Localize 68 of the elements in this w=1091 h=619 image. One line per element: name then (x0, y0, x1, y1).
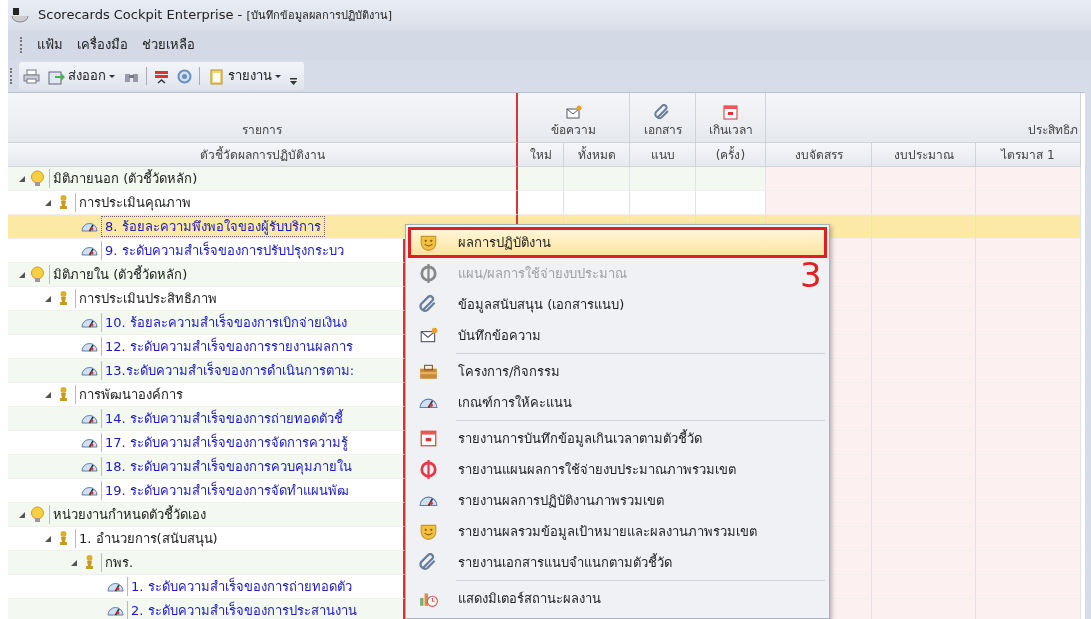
column-header: ข้อความ (518, 93, 630, 143)
column-header: เอกสาร (630, 93, 696, 143)
smiley-icon (419, 522, 438, 541)
column-header: ไตรมาส 1 (976, 143, 1081, 167)
mail-icon (419, 326, 438, 345)
table-cell (696, 167, 766, 191)
toolbar-grip (10, 68, 13, 84)
paperclip-icon (654, 104, 671, 121)
calendar-icon (722, 104, 739, 121)
print-icon[interactable] (23, 67, 40, 85)
overflow-icon[interactable] (289, 75, 298, 85)
baht-icon (419, 264, 438, 283)
expander-icon[interactable] (70, 558, 78, 567)
report-button[interactable]: รายงาน (206, 66, 283, 86)
lightbulb-icon (29, 266, 46, 283)
column-header: รายการ (8, 93, 518, 143)
export-button[interactable]: ส่งออก (46, 66, 117, 86)
tree-item[interactable]: กพร. (101, 552, 137, 573)
menu-item[interactable]: เครื่องมือ (77, 35, 128, 55)
expander-icon[interactable] (18, 510, 26, 519)
table-cell (630, 167, 696, 191)
column-header: เกินเวลา (696, 93, 766, 143)
expander-icon[interactable] (44, 534, 52, 543)
column-header: ประสิทธิภ (766, 93, 1081, 143)
column-header: (ครั้ง) (696, 143, 766, 167)
calendar-icon (419, 429, 438, 448)
toolbar-grip (20, 37, 23, 53)
expander-icon[interactable] (18, 270, 26, 279)
tree-item[interactable]: การประเมินคุณภาพ (75, 192, 194, 213)
menu-item[interactable]: ช่วยเหลือ (142, 35, 195, 55)
tree-item[interactable]: การประเมินประสิทธิภาพ (75, 288, 220, 309)
tree-item[interactable]: 8. ร้อยละความพึงพอใจของผู้รับบริการ (101, 215, 325, 238)
tree-item[interactable]: การพัฒนาองค์การ (75, 384, 186, 405)
expander-icon[interactable] (44, 198, 52, 207)
paperclip-icon (419, 295, 438, 314)
tree-item[interactable]: 9. ระดับความสำเร็จของการปรับปรุงกระบว (101, 240, 347, 261)
lightbulb-icon (29, 506, 46, 523)
expander-icon[interactable] (44, 390, 52, 399)
baht-icon (419, 460, 438, 479)
tree-item[interactable]: 1. อำนวยการ(สนับสนุน) (75, 528, 221, 549)
tree-item[interactable]: 17. ระดับความสำเร็จของการจัดการความรู้ (101, 432, 351, 453)
column-header: งบจัดสรร (766, 143, 872, 167)
tree-item[interactable]: 1. ระดับความสำเร็จของการถ่ายทอดตัว (127, 576, 355, 597)
refresh-icon[interactable] (176, 67, 193, 85)
expander-icon[interactable] (44, 294, 52, 303)
smiley-icon (419, 233, 438, 252)
table-cell (696, 191, 766, 215)
column-header: ทั้งหมด (564, 143, 630, 167)
app-logo-icon (10, 6, 30, 24)
column-header: ใหม่ (518, 143, 564, 167)
lightbulb-icon (29, 170, 46, 187)
window-title: Scorecards Cockpit Enterprise - [บันทึกข้อมูลผลการปฏิบัติงาน] (38, 6, 393, 25)
column-header: งบประมาณ (872, 143, 976, 167)
table-cell (564, 191, 630, 215)
table-cell (630, 191, 696, 215)
menu-item[interactable]: แฟ้ม (37, 35, 63, 55)
column-header: แนบ (630, 143, 696, 167)
tree-item[interactable]: 12. ระดับความสำเร็จของการรายงานผลการ (101, 336, 356, 357)
menu-item[interactable]: ผลการปฏิบัติงาน (408, 227, 827, 258)
table-cell (564, 167, 630, 191)
annotation-number: 3 (800, 258, 822, 292)
expander-icon[interactable] (18, 174, 26, 183)
column-header: ตัวชี้วัดผลการปฏิบัติงาน (8, 143, 518, 167)
paperclip-icon (419, 553, 438, 572)
briefcase-icon (419, 362, 438, 381)
mail-icon (565, 104, 582, 121)
clipboard-icon (208, 67, 225, 85)
tree-item[interactable]: 19. ระดับความสำเร็จของการจัดทำแผนพัฒ (101, 480, 352, 501)
